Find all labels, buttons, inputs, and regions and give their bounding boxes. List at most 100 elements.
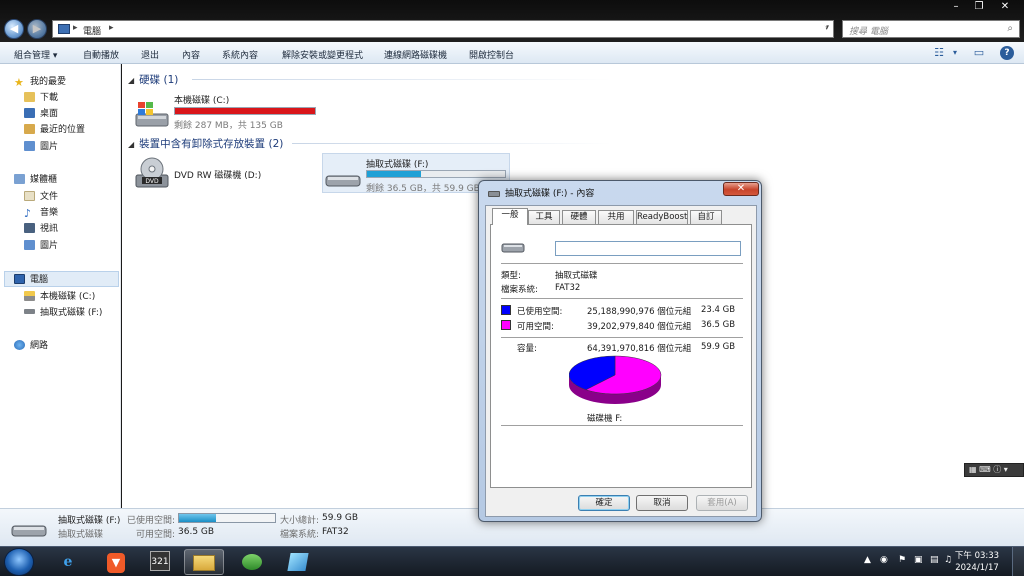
drive-c-space-info: 剩餘 287 MB，共 135 GB — [174, 121, 283, 131]
system-properties-button[interactable]: 系統內容 — [222, 48, 258, 61]
pictures-icon — [24, 239, 35, 250]
drive-f-name: 抽取式磁碟 (F:) — [366, 160, 429, 170]
nav-local-disk-c[interactable]: 本機磁碟 (C:) — [24, 289, 95, 303]
map-network-drive-button[interactable]: 連線網路磁碟機 — [384, 48, 447, 61]
search-box[interactable]: 搜尋 電腦 ⌕ — [842, 20, 1020, 38]
nav-videos[interactable]: 視訊 — [24, 221, 58, 235]
back-button[interactable]: ◀ — [4, 19, 24, 39]
clock-time: 下午 03:33 — [954, 551, 1000, 561]
type-label: 類型: — [501, 271, 521, 281]
view-options-icon[interactable]: ☷ — [932, 46, 946, 60]
collapse-triangle-icon[interactable]: ◢ — [128, 140, 134, 149]
network-status-icon[interactable]: ▤ — [930, 555, 939, 565]
drive-f-usage-bar — [366, 170, 506, 178]
drive-c-name: 本機磁碟 (C:) — [174, 96, 230, 106]
file-explorer-icon[interactable] — [184, 549, 224, 575]
nav-documents[interactable]: 文件 — [24, 189, 58, 203]
divider — [501, 298, 743, 299]
nav-pictures[interactable]: 圖片 — [24, 139, 58, 153]
group-divider — [192, 79, 612, 80]
group-header-hard-disks[interactable]: ◢ 硬碟 (1) — [128, 72, 178, 87]
group-divider — [292, 143, 612, 144]
refresh-icon[interactable]: ↻ — [818, 20, 836, 38]
drive-letter-label: 磁碟機 F: — [587, 414, 623, 424]
maximize-button[interactable]: ❐ — [968, 0, 990, 13]
eject-button[interactable]: 退出 — [141, 48, 159, 61]
used-space-gb: 23.4 GB — [701, 305, 736, 315]
filesystem-label: 檔案系統: — [501, 285, 538, 295]
language-bar[interactable]: ▦ ⌨ ⓘ ▾ — [964, 463, 1024, 477]
nav-music[interactable]: ♪ 音樂 — [24, 205, 58, 220]
usb-drive-icon — [11, 525, 47, 537]
free-space-bytes: 39,202,979,840 個位元組 — [587, 322, 692, 332]
system-clock[interactable]: 下午 03:33 2024/1/17 — [954, 550, 1000, 574]
show-hidden-icons-button[interactable]: ▲ — [864, 555, 871, 565]
minimize-button[interactable]: – — [944, 0, 968, 13]
svg-text:DVD: DVD — [145, 178, 159, 185]
internet-explorer-icon[interactable]: e — [48, 549, 88, 575]
divider — [501, 425, 743, 426]
network-icon — [14, 339, 25, 350]
close-window-button[interactable]: ✕ — [990, 0, 1020, 13]
windows-drive-icon — [24, 290, 35, 301]
autoplay-button[interactable]: 自動播放 — [83, 48, 119, 61]
nav-computer[interactable]: 電腦 — [14, 272, 48, 286]
title-bar: – ❐ ✕ ◀ ▶ ▸ 電腦 ▸ ▾ ↻ 搜尋 電腦 ⌕ — [0, 0, 1024, 42]
dialog-body: 一般 工具 硬體 共用 ReadyBoost 自訂 類型: 抽取式磁碟 檔案系統… — [485, 205, 757, 517]
details-usage-bar — [178, 513, 276, 523]
collapse-triangle-icon[interactable]: ◢ — [128, 76, 134, 85]
nav-removable-disk-f[interactable]: 抽取式磁碟 (F:) — [24, 305, 102, 319]
forward-button[interactable]: ▶ — [27, 19, 47, 39]
cancel-button[interactable]: 取消 — [636, 495, 688, 511]
ok-button[interactable]: 確定 — [578, 495, 630, 511]
breadcrumb-chevron-icon[interactable]: ▸ — [109, 23, 114, 33]
drive-app-icon[interactable] — [232, 549, 272, 575]
view-dropdown-icon[interactable]: ▾ — [948, 46, 962, 60]
organize-menu[interactable]: 組合管理 ▾ — [14, 48, 57, 61]
drive-name-input[interactable] — [555, 241, 741, 256]
tab-sharing[interactable]: 共用 — [598, 210, 634, 224]
tab-hardware[interactable]: 硬體 — [562, 210, 596, 224]
nav-libraries[interactable]: 媒體櫃 — [14, 172, 57, 186]
search-input[interactable]: 搜尋 電腦 — [849, 24, 888, 37]
recent-places-icon — [24, 123, 35, 134]
divider — [501, 337, 743, 338]
tab-readyboost[interactable]: ReadyBoost — [636, 210, 688, 224]
start-button[interactable] — [4, 548, 34, 576]
used-space-swatch — [501, 305, 511, 315]
nav-network[interactable]: 網路 — [14, 338, 48, 352]
preview-pane-icon[interactable]: ▭ — [972, 46, 986, 60]
action-center-flag-icon[interactable]: ⚑ — [898, 555, 906, 565]
uninstall-program-button[interactable]: 解除安裝或變更程式 — [282, 48, 363, 61]
show-desktop-button[interactable] — [1012, 547, 1024, 576]
nav-favorites[interactable]: ★ 我的最愛 — [14, 74, 66, 89]
clock-321-icon[interactable]: 321 — [140, 549, 180, 575]
pictures-icon — [24, 140, 35, 151]
safely-remove-hardware-icon[interactable]: ▣ — [914, 555, 923, 565]
dialog-close-button[interactable]: ✕ — [723, 182, 759, 196]
tab-customize[interactable]: 自訂 — [690, 210, 722, 224]
clock-date: 2024/1/17 — [955, 563, 999, 573]
breadcrumb-computer[interactable]: 電腦 — [83, 24, 101, 37]
tray-app-icon[interactable]: ◉ — [880, 555, 888, 565]
brave-icon[interactable]: ▼ — [96, 549, 136, 575]
general-tab-panel: 類型: 抽取式磁碟 檔案系統: FAT32 已使用空間: 25,188,990,… — [490, 224, 752, 488]
details-free-value: 36.5 GB — [178, 527, 215, 537]
group-header-removable[interactable]: ◢ 裝置中含有卸除式存放裝置 (2) — [128, 136, 283, 151]
notes-app-icon[interactable] — [278, 549, 318, 575]
open-control-panel-button[interactable]: 開啟控制台 — [469, 48, 514, 61]
nav-downloads[interactable]: 下載 — [24, 90, 58, 104]
properties-button[interactable]: 內容 — [182, 48, 200, 61]
volume-icon[interactable]: ♫ — [944, 555, 952, 565]
nav-library-pictures[interactable]: 圖片 — [24, 238, 58, 252]
nav-desktop[interactable]: 桌面 — [24, 106, 58, 120]
tab-tools[interactable]: 工具 — [528, 210, 560, 224]
address-bar[interactable]: ▸ 電腦 ▸ ▾ — [52, 20, 834, 38]
apply-button[interactable]: 套用(A) — [696, 495, 748, 511]
help-icon[interactable]: ? — [1000, 46, 1014, 60]
nav-recent-places[interactable]: 最近的位置 — [24, 122, 85, 136]
tab-general[interactable]: 一般 — [492, 208, 528, 225]
search-icon[interactable]: ⌕ — [1007, 23, 1013, 34]
drive-c-usage-bar — [174, 107, 316, 115]
free-space-label: 可用空間: — [517, 322, 554, 332]
